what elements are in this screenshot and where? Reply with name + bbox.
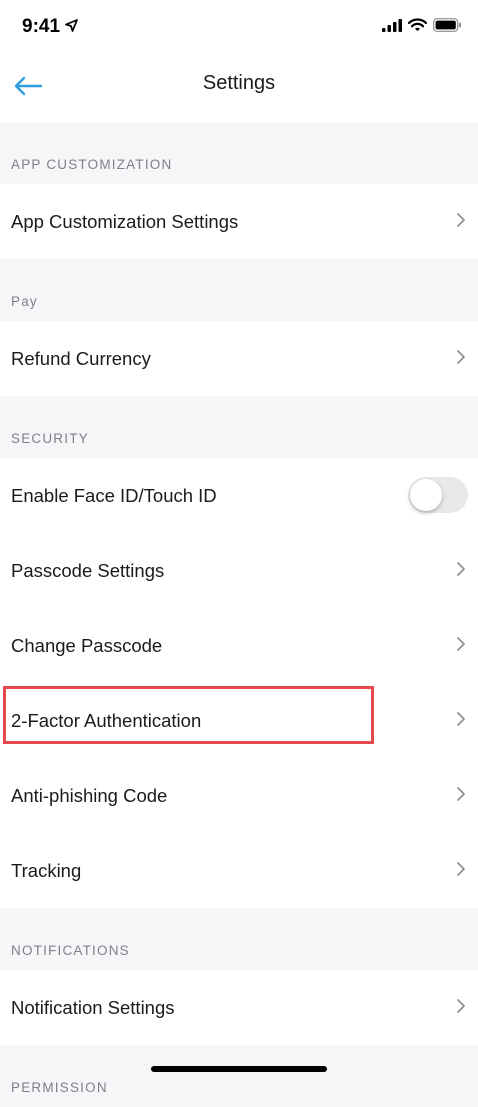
row-label: Anti-phishing Code xyxy=(11,784,168,806)
toggle-knob xyxy=(410,479,442,511)
notification-settings-row[interactable]: Notification Settings xyxy=(0,970,478,1045)
section-header-permission: PERMISSION xyxy=(0,1045,478,1107)
chevron-right-icon xyxy=(456,212,466,233)
page-title: Settings xyxy=(202,72,276,94)
face-id-touch-id-row: Enable Face ID/Touch ID xyxy=(0,458,478,533)
settings-list: APP CUSTOMIZATION App Customization Sett… xyxy=(0,122,478,1107)
row-label: Passcode Settings xyxy=(11,559,165,581)
location-arrow-icon xyxy=(65,16,78,38)
passcode-settings-row[interactable]: Passcode Settings xyxy=(0,533,478,608)
chevron-right-icon xyxy=(456,561,466,582)
tracking-row[interactable]: Tracking xyxy=(0,833,478,908)
app-customization-settings-row[interactable]: App Customization Settings xyxy=(0,184,478,259)
chevron-right-icon xyxy=(456,711,466,732)
refund-currency-row[interactable]: Refund Currency xyxy=(0,321,478,396)
highlight-box xyxy=(3,686,374,744)
time-label: 9:41 xyxy=(22,16,61,37)
section-header-notifications: NOTIFICATIONS xyxy=(0,908,478,970)
row-label: Change Passcode xyxy=(11,634,163,656)
home-indicator xyxy=(151,1066,327,1072)
battery-icon xyxy=(433,18,462,37)
chevron-right-icon xyxy=(456,786,466,807)
wifi-icon xyxy=(407,18,428,37)
section-header-app-customization: APP CUSTOMIZATION xyxy=(0,122,478,184)
status-time: 9:41 xyxy=(22,16,78,38)
chevron-right-icon xyxy=(456,998,466,1019)
anti-phishing-code-row[interactable]: Anti-phishing Code xyxy=(0,758,478,833)
row-label: Notification Settings xyxy=(11,996,175,1018)
row-label: App Customization Settings xyxy=(11,210,239,232)
row-label: Refund Currency xyxy=(11,347,151,369)
cellular-signal-icon xyxy=(382,18,402,37)
chevron-right-icon xyxy=(456,861,466,882)
chevron-right-icon xyxy=(456,636,466,657)
status-icons xyxy=(382,18,462,37)
section-header-pay: Pay xyxy=(0,259,478,321)
face-id-toggle[interactable] xyxy=(408,477,468,513)
row-label: Tracking xyxy=(11,859,82,881)
status-bar: 9:41 xyxy=(0,0,478,56)
row-label: Enable Face ID/Touch ID xyxy=(11,484,217,506)
section-header-security: SECURITY xyxy=(0,396,478,458)
navigation-bar: Settings xyxy=(0,56,478,122)
change-passcode-row[interactable]: Change Passcode xyxy=(0,608,478,683)
chevron-right-icon xyxy=(456,349,466,370)
